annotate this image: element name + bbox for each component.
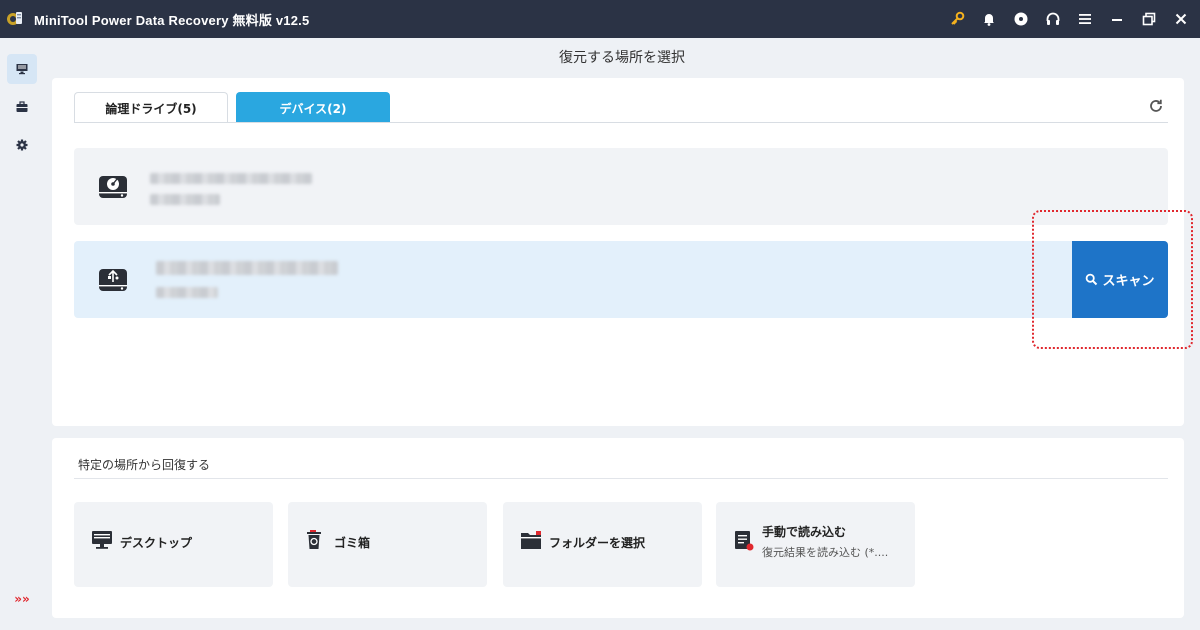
menu-icon[interactable]	[1076, 10, 1094, 28]
headset-icon[interactable]	[1044, 10, 1062, 28]
device-row-usb[interactable]	[74, 241, 1168, 318]
device-row-hdd[interactable]	[74, 148, 1168, 225]
tab-bar: 論理ドライブ(5) デバイス(2)	[74, 92, 390, 123]
quick-item-desktop[interactable]: デスクトップ	[74, 502, 273, 587]
minimize-icon[interactable]	[1108, 10, 1126, 28]
disc-icon[interactable]	[1012, 10, 1030, 28]
key-icon[interactable]	[948, 10, 966, 28]
tab-divider	[74, 122, 1168, 123]
refresh-icon[interactable]	[1148, 98, 1164, 114]
desktop-icon	[90, 528, 116, 554]
tab-logical-drives[interactable]: 論理ドライブ(5)	[74, 92, 228, 123]
toolkit-icon	[16, 101, 28, 112]
load-file-icon	[732, 528, 758, 554]
settings-icon	[16, 139, 28, 151]
folder-icon	[519, 528, 545, 554]
usb-drive-icon	[96, 263, 130, 297]
monitor-icon	[16, 64, 28, 75]
sidebar-item-toolkit[interactable]	[7, 92, 37, 122]
tab-devices[interactable]: デバイス(2)	[236, 92, 390, 123]
device-name-redacted	[156, 261, 338, 275]
sidebar-item-recovery[interactable]	[7, 54, 37, 84]
quick-item-label: デスクトップ	[120, 536, 193, 550]
device-name-redacted	[150, 173, 312, 184]
sidebar-expand-button[interactable]: »»	[11, 592, 33, 608]
highlight-annotation	[1032, 210, 1193, 349]
quick-item-select-folder[interactable]: フォルダーを選択	[503, 502, 702, 587]
device-size-redacted	[156, 287, 218, 298]
sidebar-item-settings[interactable]	[7, 130, 37, 160]
quick-recovery-panel: 特定の場所から回復する デスクトップ ゴミ箱 フォルダーを選択 手動で読み込む …	[52, 438, 1184, 618]
quick-item-label: フォルダーを選択	[549, 536, 646, 550]
quick-recovery-title: 特定の場所から回復する	[78, 458, 211, 472]
hard-drive-icon	[96, 170, 130, 204]
close-icon[interactable]	[1172, 10, 1190, 28]
page-title: 復元する場所を選択	[559, 50, 685, 66]
quick-item-sublabel: 復元結果を読み込む (*....	[762, 546, 889, 559]
app-logo-icon	[4, 8, 26, 30]
restore-icon[interactable]	[1140, 10, 1158, 28]
device-size-redacted	[150, 194, 220, 205]
title-bar: MiniTool Power Data Recovery 無料版 v12.5	[0, 0, 1200, 38]
sidebar: »»	[0, 38, 44, 630]
quick-item-label: ゴミ箱	[334, 536, 371, 550]
quick-item-label: 手動で読み込む	[762, 525, 847, 539]
recycle-bin-icon	[304, 528, 330, 554]
quick-divider	[74, 478, 1168, 479]
quick-item-manual-load[interactable]: 手動で読み込む 復元結果を読み込む (*....	[716, 502, 915, 587]
bell-icon[interactable]	[980, 10, 998, 28]
window-title: MiniTool Power Data Recovery 無料版 v12.5	[34, 12, 310, 28]
quick-item-recycle-bin[interactable]: ゴミ箱	[288, 502, 487, 587]
